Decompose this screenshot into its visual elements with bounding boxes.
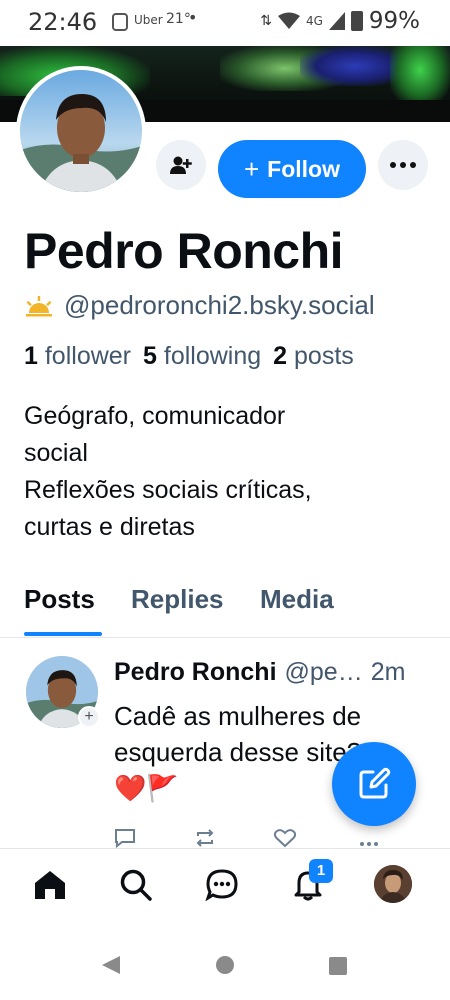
system-nav-bar: [0, 920, 450, 1000]
notification-badge: 1: [309, 859, 333, 883]
posts-stat: 2 posts: [273, 342, 354, 370]
like-icon[interactable]: [274, 828, 296, 848]
follow-button[interactable]: + Follow: [218, 140, 366, 198]
nav-home[interactable]: [30, 865, 70, 905]
tab-posts[interactable]: Posts: [24, 584, 95, 615]
nav-profile-avatar[interactable]: [374, 865, 412, 903]
nav-search[interactable]: [116, 865, 156, 905]
recents-icon[interactable]: [328, 956, 348, 976]
home-icon: [35, 871, 65, 899]
post-author-name[interactable]: Pedro Ronchi: [114, 658, 277, 687]
more-options-button[interactable]: [378, 140, 428, 190]
sun-icon: [26, 295, 52, 316]
sync-icon: [112, 13, 128, 31]
post-header: Pedro Ronchi @pe… 2m: [114, 658, 405, 687]
search-icon: [120, 869, 152, 901]
home-circle-icon[interactable]: [215, 955, 235, 975]
chat-icon: [205, 869, 238, 902]
profile-avatar[interactable]: [16, 66, 146, 196]
plus-icon: +: [243, 153, 260, 184]
data-arrows-icon: ⇅: [260, 13, 272, 29]
profile-bio: Geógrafo, comunicador social Reflexões s…: [24, 402, 312, 541]
status-time: 22:46: [28, 8, 98, 36]
status-right: ⇅ 4G 99%: [260, 8, 420, 34]
tab-replies[interactable]: Replies: [131, 584, 224, 615]
network-label: 4G: [305, 14, 323, 28]
post-more-icon[interactable]: [358, 828, 380, 848]
following-stat[interactable]: 5 following: [143, 342, 261, 371]
tab-media[interactable]: Media: [260, 584, 334, 615]
profile-display-name: Pedro Ronchi: [24, 223, 344, 279]
repost-icon[interactable]: [194, 828, 216, 848]
profile-stats: 1 follower 5 following 2 posts: [24, 342, 354, 371]
pencil-square-icon: [359, 767, 391, 799]
bottom-nav: 1: [0, 848, 450, 920]
person-plus-icon: [170, 156, 192, 174]
status-bar: 22:46 Uber 21° • ⇅ 4G 99%: [0, 0, 450, 46]
battery-percent: 99%: [368, 8, 420, 34]
followers-stat[interactable]: 1 follower: [24, 342, 131, 371]
reply-icon[interactable]: [114, 828, 136, 848]
profile-tabs: Posts Replies Media: [0, 576, 450, 638]
post-actions: [114, 828, 404, 848]
back-icon[interactable]: [100, 954, 122, 976]
status-notif-app: Uber: [134, 13, 163, 27]
dot-icon: •: [188, 8, 198, 27]
post-author-handle: @pe…: [284, 658, 363, 686]
nav-chat[interactable]: [202, 865, 242, 905]
battery-icon: [350, 11, 363, 31]
wifi-icon: [277, 12, 300, 29]
ellipsis-icon: [390, 162, 416, 168]
post-timestamp: 2m: [370, 658, 406, 686]
profile-handle: @pedroronchi2.bsky.social: [64, 290, 375, 320]
compose-button[interactable]: [332, 742, 416, 826]
signal-icon: [328, 12, 345, 30]
add-user-button[interactable]: [156, 140, 206, 190]
follow-plus-icon[interactable]: +: [78, 706, 100, 728]
profile-handle-row: @pedroronchi2.bsky.social: [24, 290, 375, 321]
tab-active-indicator: [24, 632, 102, 636]
follow-label: Follow: [267, 155, 340, 182]
